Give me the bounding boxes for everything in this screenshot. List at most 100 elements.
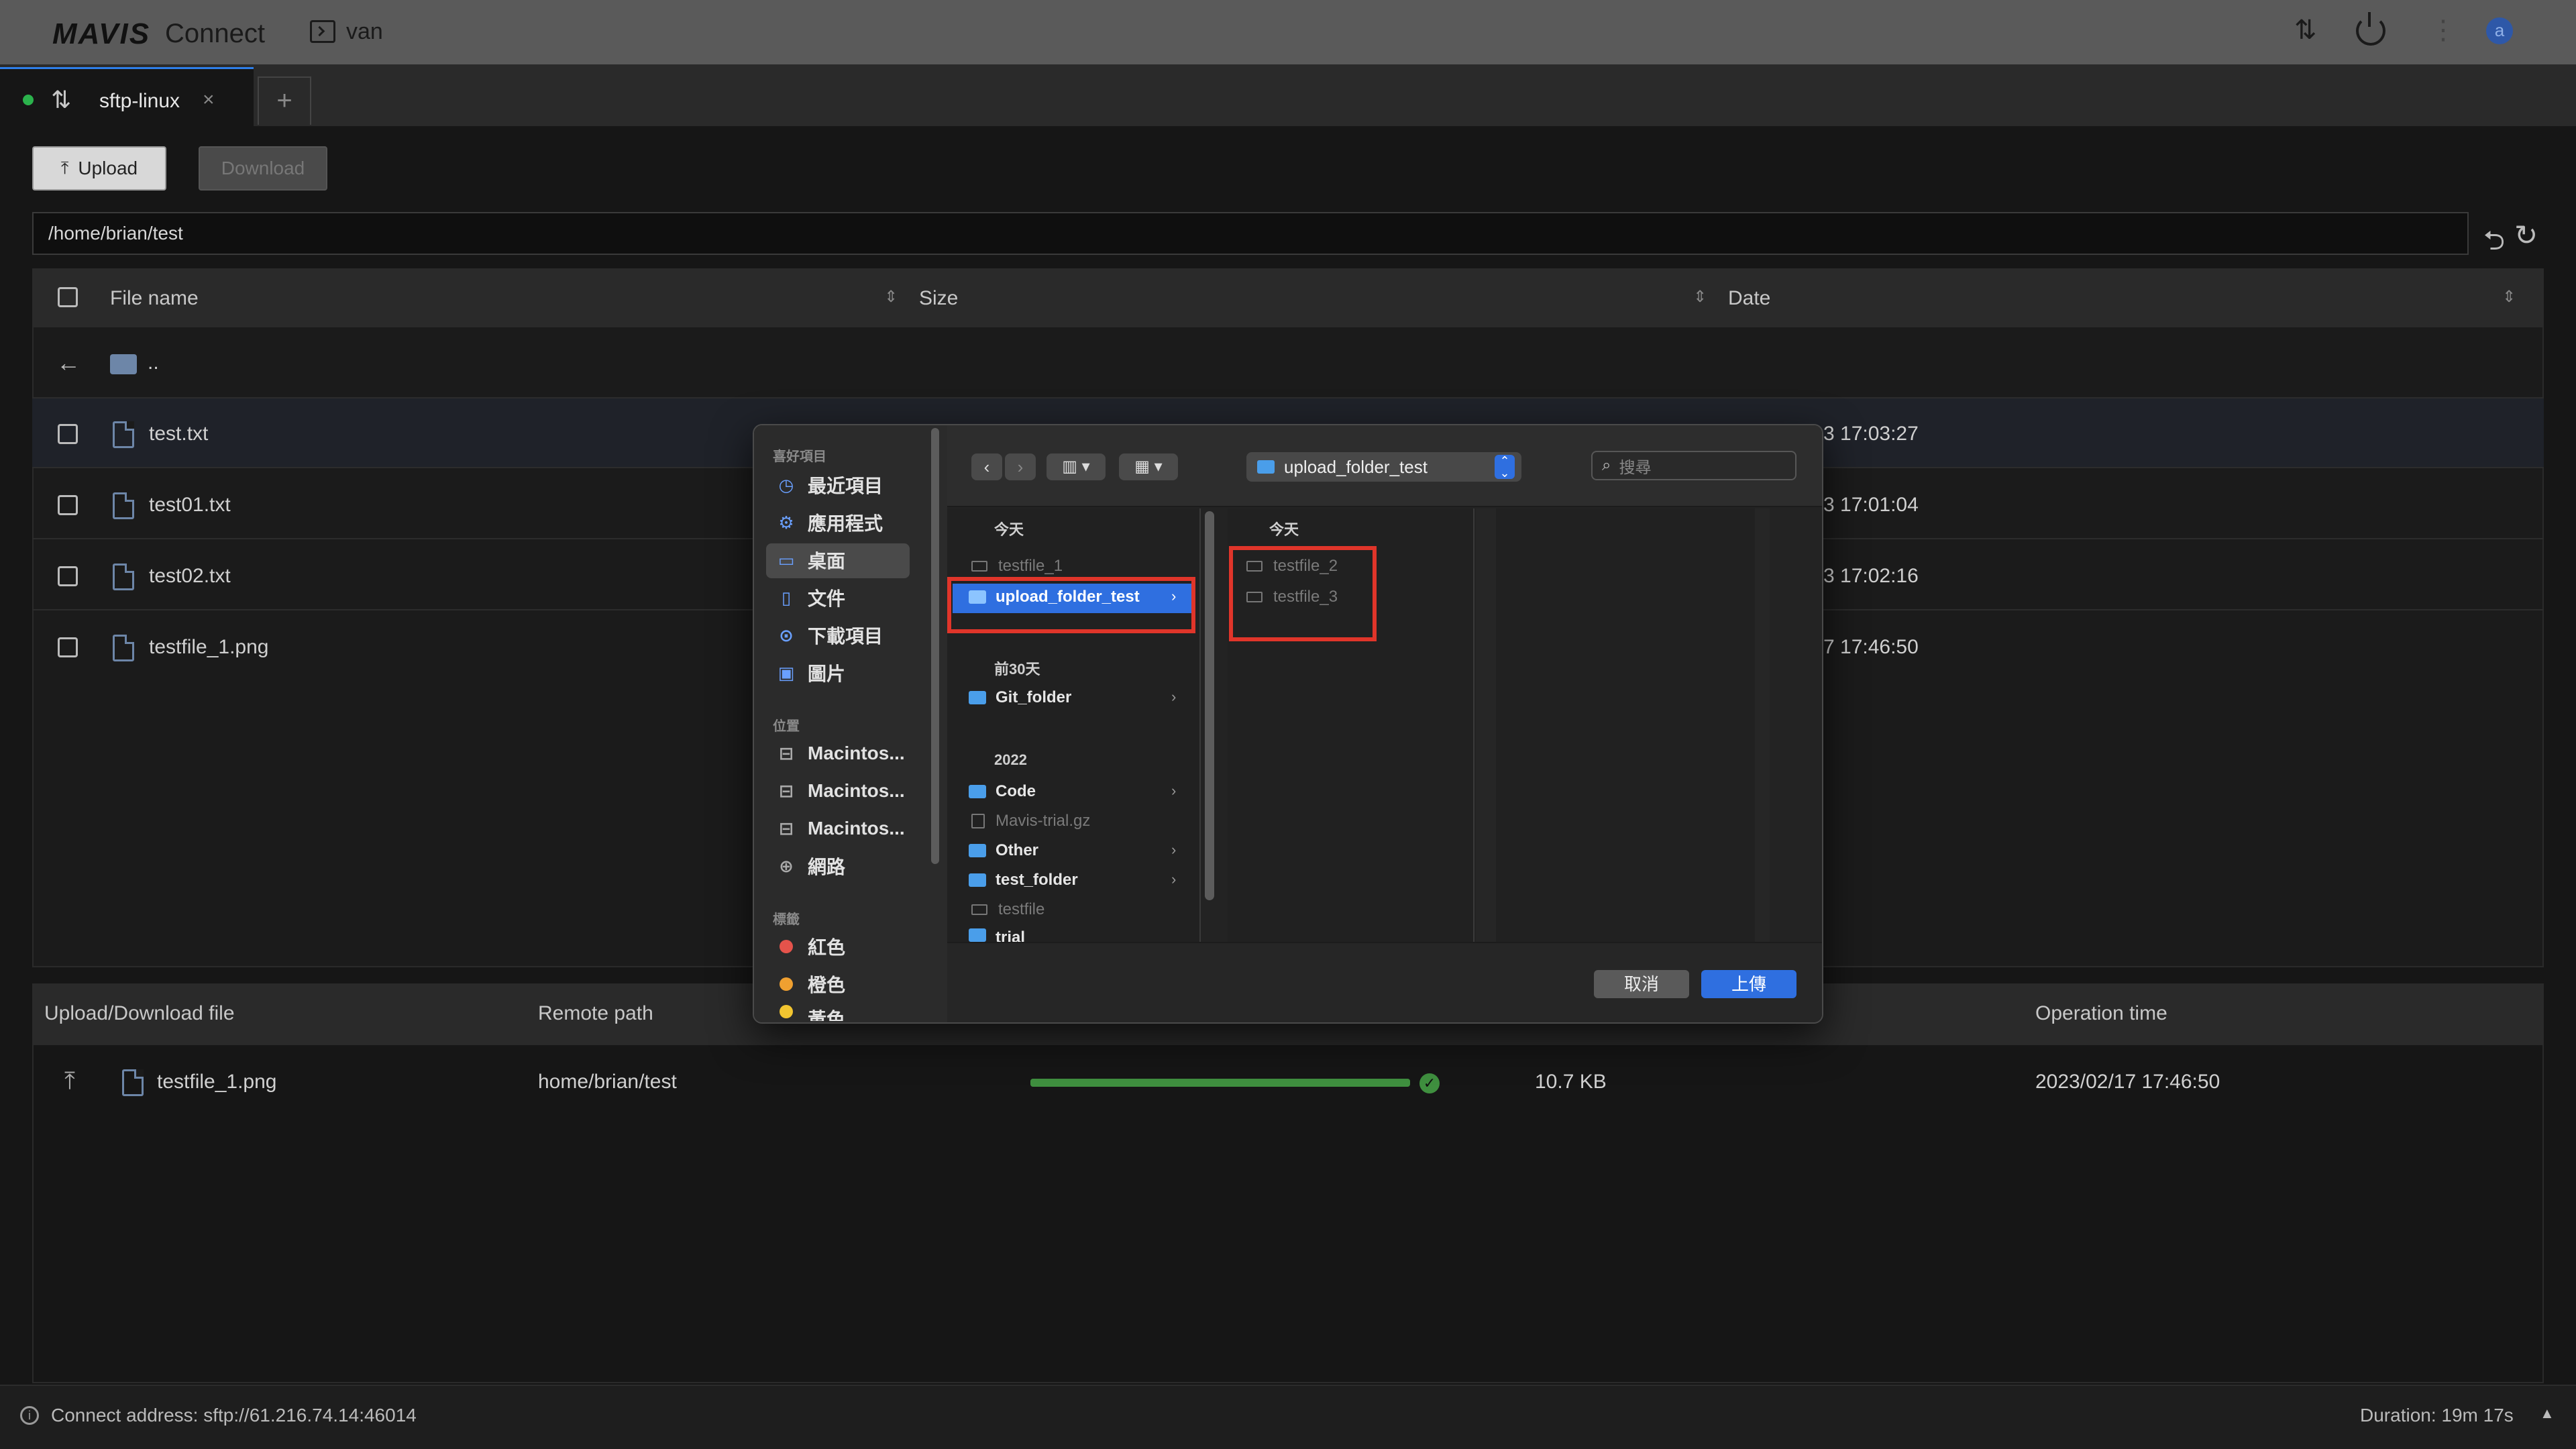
sort-icon[interactable]: ⇕: [2502, 287, 2516, 307]
sidebar-item-desktop[interactable]: ▭ 桌面: [766, 543, 910, 577]
sidebar-item-label: 圖片: [808, 663, 846, 684]
header-date[interactable]: Date: [1728, 287, 1770, 310]
sidebar-item-documents[interactable]: ▯ 文件: [766, 581, 910, 614]
grid-view-button[interactable]: ▦ ▾: [1119, 453, 1178, 480]
terminal-icon[interactable]: [310, 20, 335, 43]
globe-icon: ⊕: [779, 855, 794, 876]
column-view-button[interactable]: ▥ ▾: [1046, 453, 1106, 480]
parent-dir-row[interactable]: [32, 329, 2544, 398]
file-icon: [113, 635, 134, 661]
sidebar-item-label: 橙色: [808, 975, 846, 996]
highlight-box: [947, 577, 1195, 633]
upload-button[interactable]: ⤒ Upload: [32, 146, 166, 191]
app-name: Connect: [165, 19, 265, 48]
refresh-icon[interactable]: ↻: [2514, 219, 2538, 252]
apps-icon: ⚙: [778, 512, 794, 533]
row-checkbox[interactable]: [58, 637, 78, 657]
sidebar-item-drive[interactable]: ⊟ Macintos...: [766, 737, 910, 770]
upload-icon: ⤒: [64, 1067, 75, 1094]
cancel-button[interactable]: 取消: [1594, 970, 1689, 998]
column-scrollbar[interactable]: [1205, 511, 1214, 900]
item-label: Git_folder: [996, 688, 1072, 706]
folder-icon: [969, 928, 986, 942]
path-input[interactable]: /home/brian/test: [32, 212, 2469, 255]
list-item[interactable]: test_folder: [969, 871, 1078, 890]
sidebar-item-applications[interactable]: ⚙ 應用程式: [766, 506, 910, 539]
list-item[interactable]: Git_folder: [969, 688, 1071, 707]
header-size[interactable]: Size: [919, 287, 958, 310]
sidebar-item-pictures[interactable]: ▣ 圖片: [766, 656, 910, 690]
row-checkbox[interactable]: [58, 566, 78, 586]
file-name: test01.txt: [149, 494, 231, 516]
sidebar-tag-orange[interactable]: 橙色: [766, 967, 910, 1001]
highlight-box: [1229, 546, 1377, 641]
list-item[interactable]: Mavis-trial.gz: [971, 812, 1090, 830]
session-name[interactable]: van: [346, 19, 383, 45]
sidebar-item-recent[interactable]: ◷ 最近項目: [766, 468, 910, 502]
forward-button[interactable]: ›: [1005, 453, 1036, 480]
power-icon[interactable]: [2356, 12, 2385, 46]
list-item[interactable]: testfile: [971, 900, 1044, 919]
sidebar-scrollbar[interactable]: [931, 428, 939, 864]
return-icon[interactable]: ⮌: [2483, 221, 2505, 267]
sort-icon[interactable]: ⇕: [884, 287, 898, 307]
sidebar-tag-red[interactable]: 紅色: [766, 930, 910, 963]
download-button[interactable]: Download: [199, 146, 327, 191]
select-all-checkbox[interactable]: [58, 287, 78, 307]
picture-icon: ▣: [777, 662, 795, 683]
search-input[interactable]: ⌕ 搜尋: [1591, 451, 1796, 480]
search-placeholder: 搜尋: [1619, 458, 1652, 477]
row-checkbox[interactable]: [58, 495, 78, 515]
upload-confirm-button[interactable]: 上傳: [1701, 970, 1796, 998]
column-divider[interactable]: [1755, 508, 1770, 942]
header-transfer-file: Upload/Download file: [44, 1002, 235, 1024]
list-item[interactable]: Code: [969, 782, 1036, 801]
sftp-icon: ⇅: [51, 86, 72, 113]
back-arrow-icon[interactable]: ←: [56, 349, 80, 377]
back-button[interactable]: ‹: [971, 453, 1002, 480]
close-icon[interactable]: ×: [203, 89, 215, 111]
header-file-name[interactable]: File name: [110, 287, 199, 310]
sidebar-item-drive[interactable]: ⊟ Macintos...: [766, 812, 910, 845]
more-icon[interactable]: ⋮: [2430, 15, 2457, 46]
avatar[interactable]: a: [2486, 17, 2513, 44]
sidebar-section-locations: 位置: [773, 719, 800, 734]
sort-icon[interactable]: ⇕: [1693, 287, 1707, 307]
item-label: Code: [996, 782, 1036, 800]
sidebar-item-network[interactable]: ⊕ 網路: [766, 849, 910, 883]
row-checkbox[interactable]: [58, 424, 78, 444]
transfer-icon[interactable]: ⇅: [2294, 15, 2317, 46]
parent-dir-label: ..: [148, 352, 159, 374]
app-logo: MAVIS: [52, 17, 151, 50]
folder-icon: [969, 691, 986, 704]
caret-up-icon[interactable]: ▲: [2540, 1405, 2555, 1422]
transfer-size: 10.7 KB: [1535, 1071, 1607, 1093]
list-item[interactable]: Other: [969, 841, 1038, 860]
add-tab-button[interactable]: +: [258, 76, 311, 125]
group-header-today: 今天: [994, 521, 1024, 538]
sidebar-section-tags: 標籤: [773, 912, 800, 927]
file-date: 3 17:03:27: [1823, 423, 1919, 445]
location-dropdown[interactable]: upload_folder_test: [1246, 452, 1521, 482]
list-item[interactable]: trial: [969, 928, 1025, 942]
title-bar: [0, 0, 2576, 64]
list-item[interactable]: testfile_1: [971, 557, 1063, 576]
tag-dot-icon: [780, 940, 793, 953]
download-button-label: Download: [221, 158, 305, 178]
connect-address: Connect address: sftp://61.216.74.14:460…: [51, 1405, 417, 1426]
search-icon: ⌕: [1602, 456, 1611, 474]
folder-open-icon: [110, 354, 137, 374]
sidebar-item-label: Macintos...: [808, 818, 905, 839]
sidebar-item-label: 文件: [808, 588, 846, 609]
tab-label[interactable]: sftp-linux: [99, 90, 180, 113]
column-divider[interactable]: [1476, 508, 1496, 942]
item-label: Other: [996, 841, 1039, 859]
header-operation-time: Operation time: [2035, 1002, 2167, 1024]
chevron-right-icon: ›: [1171, 871, 1177, 888]
updown-icon[interactable]: ⌃ ⌄: [1495, 455, 1515, 479]
sidebar-item-downloads[interactable]: ⊙ 下載項目: [766, 619, 910, 652]
info-icon: i: [20, 1406, 39, 1425]
chevron-right-icon: ›: [1171, 688, 1177, 705]
sidebar-item-drive[interactable]: ⊟ Macintos...: [766, 774, 910, 808]
sidebar-tag-yellow[interactable]: 黃色: [766, 1005, 910, 1021]
